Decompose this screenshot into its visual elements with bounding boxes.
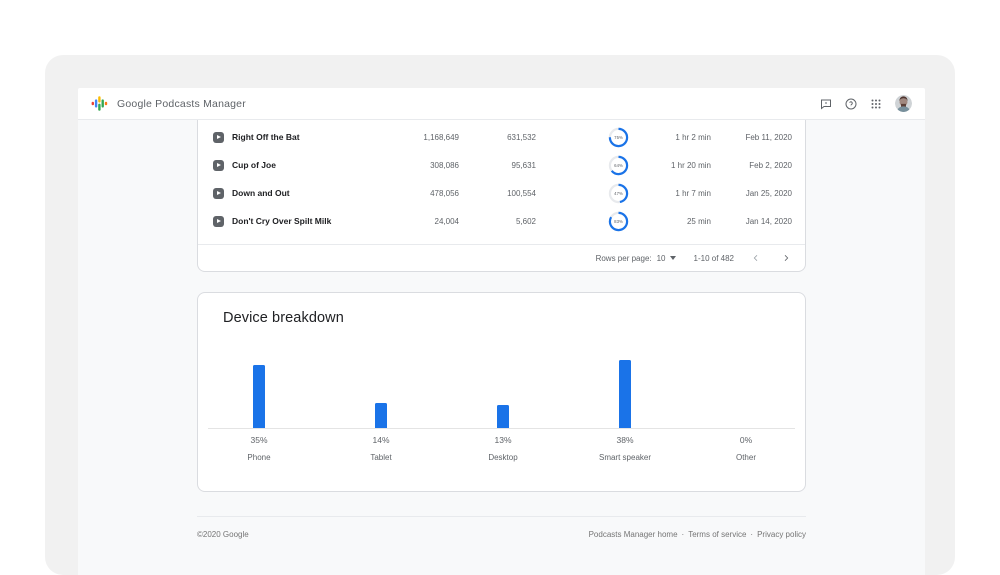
user-avatar[interactable] xyxy=(895,95,912,112)
device-breakdown-card: Device breakdown 35% Phone 14% Tablet 13… xyxy=(197,292,806,492)
bar-chart xyxy=(198,293,805,428)
google-podcasts-logo-icon xyxy=(91,95,108,112)
publish-date: Jan 25, 2020 xyxy=(708,189,792,198)
listeners-value: 5,602 xyxy=(448,217,536,226)
retention-percent: 83% xyxy=(613,216,623,226)
chart-baseline xyxy=(208,428,795,429)
rows-per-page-label: Rows per page: xyxy=(596,254,652,263)
listeners-value: 95,631 xyxy=(448,161,536,170)
avg-length-value: 1 hr 2 min xyxy=(638,133,711,142)
episode-title: Don't Cry Over Spilt Milk xyxy=(232,216,331,226)
footer-link-home[interactable]: Podcasts Manager home xyxy=(589,530,678,539)
footer: ©2020 Google Podcasts Manager home · Ter… xyxy=(197,530,806,539)
publish-date: Feb 11, 2020 xyxy=(708,133,792,142)
app-header: Google Podcasts Manager xyxy=(78,88,925,120)
bar-desktop xyxy=(497,405,509,428)
plays-value: 308,086 xyxy=(348,161,459,170)
publish-date: Feb 2, 2020 xyxy=(708,161,792,170)
apps-grid-icon[interactable] xyxy=(870,98,882,110)
chevron-left-icon[interactable] xyxy=(752,254,760,262)
header-actions xyxy=(820,95,912,112)
listeners-value: 100,554 xyxy=(448,189,536,198)
chevron-right-icon[interactable] xyxy=(782,254,790,262)
bar-category-label: Other xyxy=(685,453,807,462)
footer-separator: · xyxy=(750,530,753,539)
bar-category-label: Smart speaker xyxy=(564,453,686,462)
pagination-bar: Rows per page: 10 1-10 of 482 xyxy=(198,244,805,271)
plays-value: 1,168,649 xyxy=(348,133,459,142)
bar-phone xyxy=(253,365,265,428)
play-icon[interactable] xyxy=(213,132,224,143)
plays-value: 24,004 xyxy=(348,217,459,226)
feedback-icon[interactable] xyxy=(820,98,832,110)
footer-links: Podcasts Manager home · Terms of service… xyxy=(589,530,806,539)
bar-tablet xyxy=(375,403,387,428)
avg-length-value: 1 hr 7 min xyxy=(638,189,711,198)
retention-ring: 75% xyxy=(608,127,629,148)
bar-value-label: 38% xyxy=(564,435,686,445)
bar-category-label: Tablet xyxy=(320,453,442,462)
episode-rows: Right Off the Bat 1,168,649 631,532 75% … xyxy=(198,120,805,235)
retention-ring: 47% xyxy=(608,183,629,204)
bar-smart-speaker xyxy=(619,360,631,428)
retention-percent: 64% xyxy=(613,160,623,170)
episode-title: Down and Out xyxy=(232,188,290,198)
axis-label-desktop: 13% Desktop xyxy=(442,435,564,462)
footer-separator: · xyxy=(682,530,685,539)
table-row[interactable]: Don't Cry Over Spilt Milk 24,004 5,602 8… xyxy=(198,207,805,235)
retention-ring: 83% xyxy=(608,211,629,232)
pagination-range: 1-10 of 482 xyxy=(694,254,734,263)
episode-title: Right Off the Bat xyxy=(232,132,300,142)
retention-percent: 75% xyxy=(613,132,623,142)
episode-title: Cup of Joe xyxy=(232,160,276,170)
bar-value-label: 35% xyxy=(198,435,320,445)
bar-category-label: Desktop xyxy=(442,453,564,462)
footer-divider xyxy=(197,516,806,517)
episodes-table-card: Right Off the Bat 1,168,649 631,532 75% … xyxy=(197,120,806,272)
bar-value-label: 14% xyxy=(320,435,442,445)
rows-per-page-select[interactable]: 10 xyxy=(657,254,666,263)
avg-length-value: 25 min xyxy=(638,217,711,226)
publish-date: Jan 14, 2020 xyxy=(708,217,792,226)
app-title: Google Podcasts Manager xyxy=(117,98,246,110)
copyright-text: ©2020 Google xyxy=(197,530,249,539)
table-row[interactable]: Down and Out 478,056 100,554 47% 1 hr 7 … xyxy=(198,179,805,207)
avg-length-value: 1 hr 20 min xyxy=(638,161,711,170)
bar-value-label: 0% xyxy=(685,435,807,445)
axis-label-tablet: 14% Tablet xyxy=(320,435,442,462)
play-icon[interactable] xyxy=(213,216,224,227)
device-frame: Google Podcasts Manager xyxy=(45,55,955,575)
help-icon[interactable] xyxy=(845,98,857,110)
axis-label-other: 0% Other xyxy=(685,435,807,462)
play-icon[interactable] xyxy=(213,160,224,171)
listeners-value: 631,532 xyxy=(448,133,536,142)
footer-link-privacy[interactable]: Privacy policy xyxy=(757,530,806,539)
footer-link-terms[interactable]: Terms of service xyxy=(688,530,746,539)
table-row[interactable]: Cup of Joe 308,086 95,631 64% 1 hr 20 mi… xyxy=(198,151,805,179)
bar-category-label: Phone xyxy=(198,453,320,462)
table-row[interactable]: Right Off the Bat 1,168,649 631,532 75% … xyxy=(198,123,805,151)
retention-ring: 64% xyxy=(608,155,629,176)
bar-value-label: 13% xyxy=(442,435,564,445)
axis-label-phone: 35% Phone xyxy=(198,435,320,462)
chevron-down-icon[interactable] xyxy=(670,256,676,260)
plays-value: 478,056 xyxy=(348,189,459,198)
retention-percent: 47% xyxy=(613,188,623,198)
axis-label-smart-speaker: 38% Smart speaker xyxy=(564,435,686,462)
app-window: Google Podcasts Manager xyxy=(78,88,925,575)
play-icon[interactable] xyxy=(213,188,224,199)
